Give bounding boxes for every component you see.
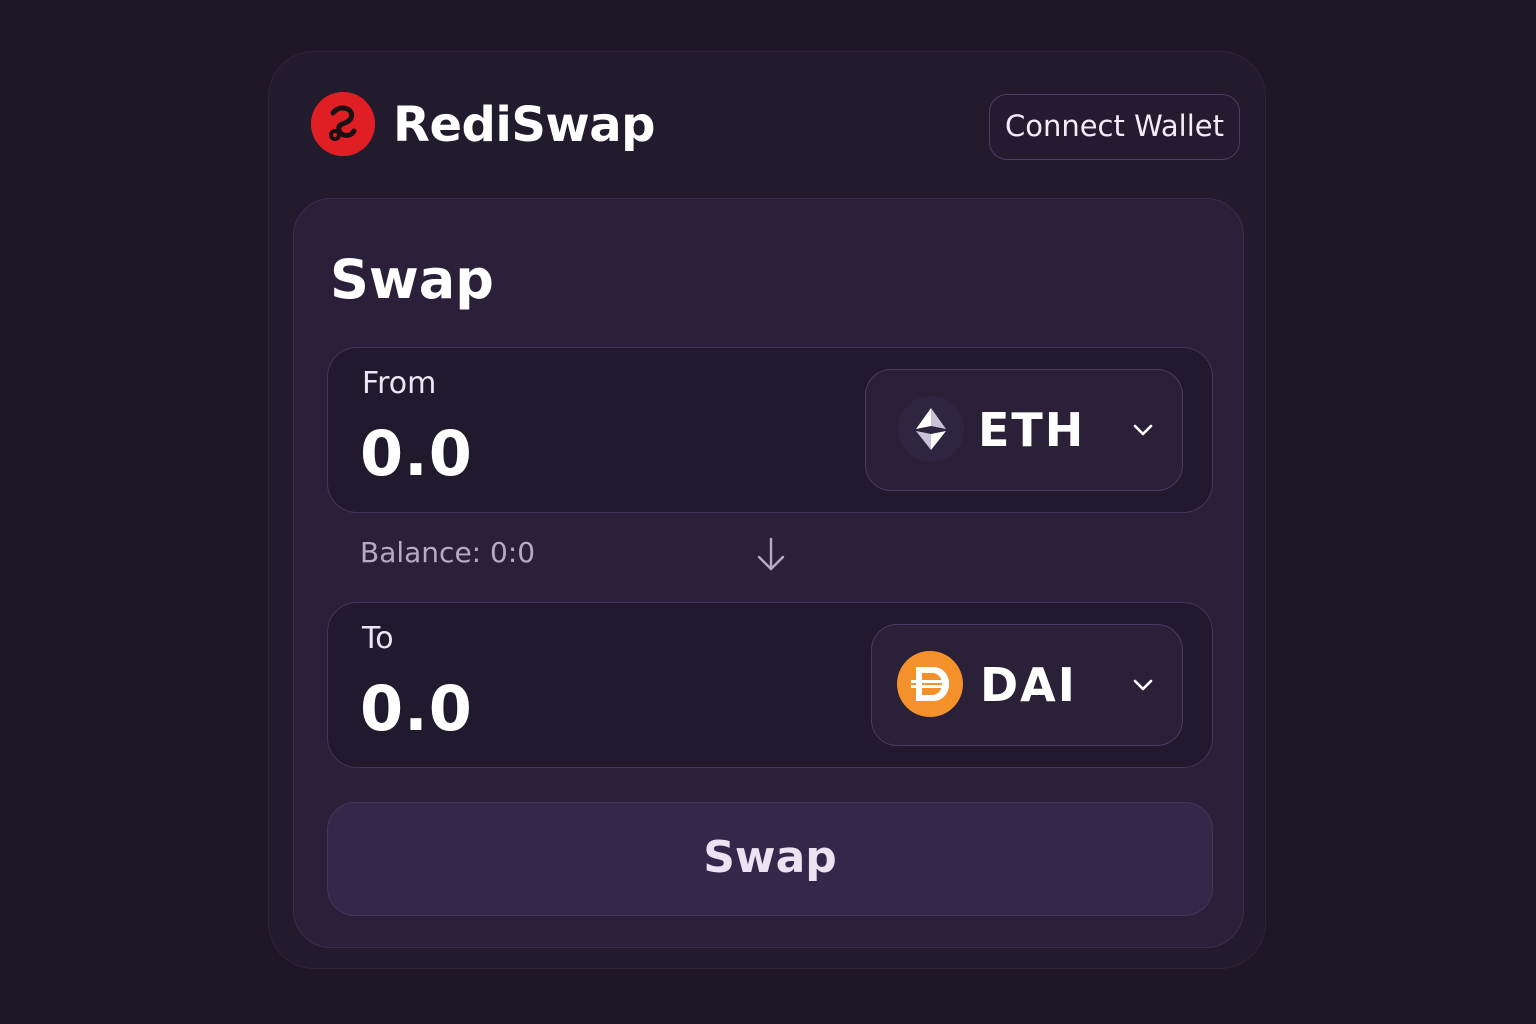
from-amount-input[interactable]: 0.0	[360, 416, 473, 492]
from-token-symbol: ETH	[978, 403, 1086, 457]
from-panel: From 0.0 ETH	[327, 347, 1213, 513]
to-token-symbol: DAI	[980, 658, 1077, 712]
to-token-select[interactable]: DAI	[871, 624, 1183, 746]
app-frame: RediSwap Connect Wallet Swap From 0.0 ET…	[268, 51, 1266, 969]
chevron-down-icon	[1132, 677, 1154, 693]
from-label: From	[362, 366, 437, 401]
arrow-down-icon[interactable]	[754, 535, 788, 575]
to-panel: To 0.0 DAI	[327, 602, 1213, 768]
dai-icon	[897, 651, 963, 717]
connect-wallet-button[interactable]: Connect Wallet	[989, 94, 1240, 160]
balance-text: Balance: 0:0	[360, 536, 536, 569]
to-amount-input[interactable]: 0.0	[360, 671, 473, 747]
rediswap-logo-icon	[311, 92, 375, 156]
to-label: To	[362, 621, 394, 656]
from-token-select[interactable]: ETH	[865, 369, 1183, 491]
brand-name: RediSwap	[393, 97, 656, 153]
ethereum-icon	[898, 396, 964, 462]
chevron-down-icon	[1132, 422, 1154, 438]
swap-button[interactable]: Swap	[327, 802, 1213, 916]
swap-card: Swap From 0.0 ETH Balance: 0:0 To 0.0 DA…	[293, 198, 1244, 948]
swap-title: Swap	[330, 248, 494, 311]
